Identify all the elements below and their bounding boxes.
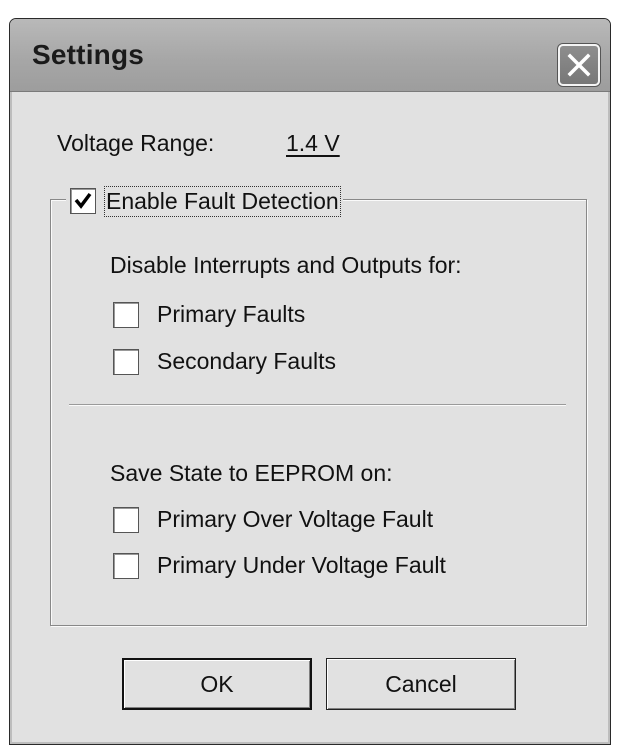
close-x-icon [567,53,591,77]
primary-over-voltage-check[interactable] [113,506,139,533]
primary-over-voltage-checkbox[interactable]: Primary Over Voltage Fault [113,506,433,533]
disable-interrupts-header: Disable Interrupts and Outputs for: [110,252,462,278]
voltage-range-value[interactable]: 1.4 V [286,130,340,157]
ok-button[interactable]: OK [122,658,312,710]
primary-faults-check[interactable] [113,301,139,328]
settings-dialog: Settings Voltage Range: 1.4 V Enable Fau… [9,18,611,745]
close-button[interactable] [558,44,600,86]
save-state-header: Save State to EEPROM on: [110,460,393,486]
secondary-faults-checkbox[interactable]: Secondary Faults [113,348,336,375]
primary-under-voltage-label[interactable]: Primary Under Voltage Fault [157,552,446,579]
secondary-faults-check[interactable] [113,348,139,375]
cancel-button[interactable]: Cancel [326,658,516,710]
checkmark-icon [74,192,92,209]
title-bar[interactable]: Settings [10,19,610,92]
enable-fault-detection-checkbox[interactable]: Enable Fault Detection [66,184,343,218]
primary-faults-checkbox[interactable]: Primary Faults [113,301,305,328]
voltage-range-label: Voltage Range: [57,130,215,156]
primary-faults-label[interactable]: Primary Faults [157,301,305,328]
section-divider [69,404,566,406]
enable-fault-detection-label[interactable]: Enable Fault Detection [104,185,341,217]
primary-under-voltage-check[interactable] [113,552,139,579]
dialog-client-area: Voltage Range: 1.4 V Enable Fault Detect… [10,92,610,744]
enable-fault-detection-check[interactable] [70,188,96,214]
primary-over-voltage-label[interactable]: Primary Over Voltage Fault [157,506,433,533]
dialog-title: Settings [32,39,145,70]
secondary-faults-label[interactable]: Secondary Faults [157,348,336,375]
primary-under-voltage-checkbox[interactable]: Primary Under Voltage Fault [113,552,446,579]
